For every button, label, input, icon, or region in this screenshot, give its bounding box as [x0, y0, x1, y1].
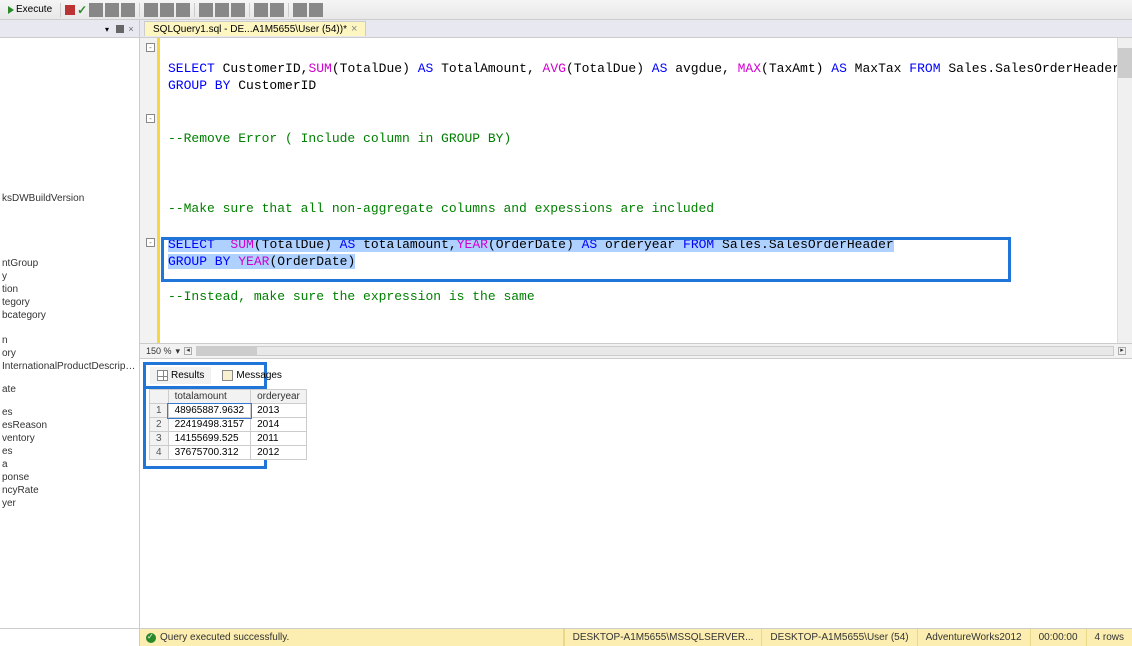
play-icon — [8, 6, 14, 14]
close-icon[interactable]: × — [351, 23, 357, 35]
status-message-area: Query executed successfully. — [140, 629, 564, 646]
tab-results[interactable]: Results — [150, 367, 211, 384]
comment-icon[interactable] — [293, 3, 307, 17]
separator-icon — [249, 3, 250, 17]
uncomment-icon[interactable] — [309, 3, 323, 17]
code-content[interactable]: SELECT CustomerID,SUM(TotalDue) AS Total… — [168, 42, 1120, 324]
tree-item[interactable]: ory — [0, 347, 139, 360]
tree-item[interactable]: n — [0, 334, 139, 347]
close-icon[interactable]: × — [127, 25, 135, 33]
tool-icon-5[interactable] — [160, 3, 174, 17]
results-panel: Results Messages totalamount — [140, 358, 1132, 630]
status-time: 00:00:00 — [1030, 629, 1086, 646]
sql-editor[interactable]: - - - SELECT CustomerID,SUM(TotalDue) AS… — [140, 38, 1132, 343]
tree-item[interactable]: esReason — [0, 419, 139, 432]
tab-label: SQLQuery1.sql - DE...A1M5655\User (54))* — [153, 24, 347, 35]
editor-tab-strip: SQLQuery1.sql - DE...A1M5655\User (54))*… — [140, 20, 1132, 38]
editor-footer: 150 % ▾ ◂ ▸ — [140, 343, 1132, 358]
tree-item[interactable]: tion — [0, 283, 139, 296]
editor-tab[interactable]: SQLQuery1.sql - DE...A1M5655\User (54))*… — [144, 21, 366, 36]
fold-icon[interactable]: - — [146, 114, 155, 123]
modification-bar — [157, 38, 160, 343]
tree-item[interactable]: ntGroup — [0, 257, 139, 270]
zoom-dropdown-icon[interactable]: ▾ — [176, 346, 181, 357]
separator-icon — [139, 3, 140, 17]
fold-icon[interactable]: - — [146, 238, 155, 247]
messages-tab-label: Messages — [236, 370, 282, 381]
grid-icon — [157, 370, 168, 381]
success-icon — [146, 633, 156, 643]
separator-icon — [60, 3, 61, 17]
table-row[interactable]: 3 14155699.525 2011 — [150, 432, 307, 446]
status-message — [0, 629, 140, 646]
messages-icon — [222, 370, 233, 381]
tree-item[interactable]: ponse — [0, 471, 139, 484]
object-explorer-panel: ▾ × ksDWBuildVersion ntGroup y tion tego… — [0, 20, 140, 630]
vertical-scrollbar[interactable] — [1117, 38, 1132, 343]
status-text: Query executed successfully. — [160, 632, 289, 643]
tree-item[interactable]: tegory — [0, 296, 139, 309]
table-row[interactable]: 1 48965887.9632 2013 — [150, 404, 307, 418]
results-grid[interactable]: totalamount orderyear 1 48965887.9632 20… — [149, 389, 264, 460]
tree-item[interactable]: ventory — [0, 432, 139, 445]
explorer-header: ▾ × — [0, 20, 139, 38]
table-row[interactable]: 4 37675700.312 2012 — [150, 446, 307, 460]
status-bar: Query executed successfully. DESKTOP-A1M… — [0, 628, 1132, 646]
explorer-tree[interactable]: ksDWBuildVersion ntGroup y tion tegory b… — [0, 38, 139, 514]
tool-icon-9[interactable] — [231, 3, 245, 17]
outdent-icon[interactable] — [270, 3, 284, 17]
dropdown-icon[interactable]: ▾ — [105, 25, 113, 33]
tree-item[interactable]: ate — [0, 383, 139, 396]
tree-item[interactable]: bcategory — [0, 309, 139, 322]
tree-item[interactable]: ncyRate — [0, 484, 139, 497]
tool-icon-8[interactable] — [215, 3, 229, 17]
separator-icon — [288, 3, 289, 17]
status-user: DESKTOP-A1M5655\User (54) — [761, 629, 916, 646]
horizontal-scrollbar[interactable] — [196, 346, 1114, 356]
tree-item[interactable]: yer — [0, 497, 139, 510]
tool-icon-1[interactable] — [89, 3, 103, 17]
fold-icon[interactable]: - — [146, 43, 155, 52]
parse-check-icon[interactable]: ✓ — [77, 3, 87, 17]
tree-item[interactable]: a — [0, 458, 139, 471]
zoom-level[interactable]: 150 % — [146, 346, 172, 356]
main-toolbar: Execute ✓ — [0, 0, 1132, 20]
tree-item[interactable]: y — [0, 270, 139, 283]
table-row[interactable]: 2 22419498.3157 2014 — [150, 418, 307, 432]
results-tab-label: Results — [171, 370, 204, 381]
status-rows: 4 rows — [1086, 629, 1132, 646]
col-header[interactable]: totalamount — [168, 390, 251, 404]
tree-item[interactable]: ksDWBuildVersion — [0, 192, 139, 205]
tool-icon-6[interactable] — [176, 3, 190, 17]
tool-icon-7[interactable] — [199, 3, 213, 17]
table-header-row: totalamount orderyear — [150, 390, 307, 404]
col-header[interactable]: orderyear — [251, 390, 307, 404]
scroll-right-icon[interactable]: ▸ — [1118, 347, 1126, 355]
tool-icon-2[interactable] — [105, 3, 119, 17]
col-header[interactable] — [150, 390, 169, 404]
execute-label: Execute — [16, 4, 52, 15]
execute-button[interactable]: Execute — [4, 3, 56, 16]
tool-icon-4[interactable] — [144, 3, 158, 17]
pin-icon[interactable] — [116, 25, 124, 33]
tool-icon-3[interactable] — [121, 3, 135, 17]
separator-icon — [194, 3, 195, 17]
tree-item[interactable]: InternationalProductDescription — [0, 360, 139, 373]
tree-item[interactable]: es — [0, 445, 139, 458]
stop-icon[interactable] — [65, 5, 75, 15]
tab-messages[interactable]: Messages — [215, 367, 289, 384]
scroll-left-icon[interactable]: ◂ — [184, 347, 192, 355]
tree-item[interactable]: es — [0, 406, 139, 419]
status-server: DESKTOP-A1M5655\MSSQLSERVER... — [564, 629, 762, 646]
indent-icon[interactable] — [254, 3, 268, 17]
status-db: AdventureWorks2012 — [917, 629, 1030, 646]
